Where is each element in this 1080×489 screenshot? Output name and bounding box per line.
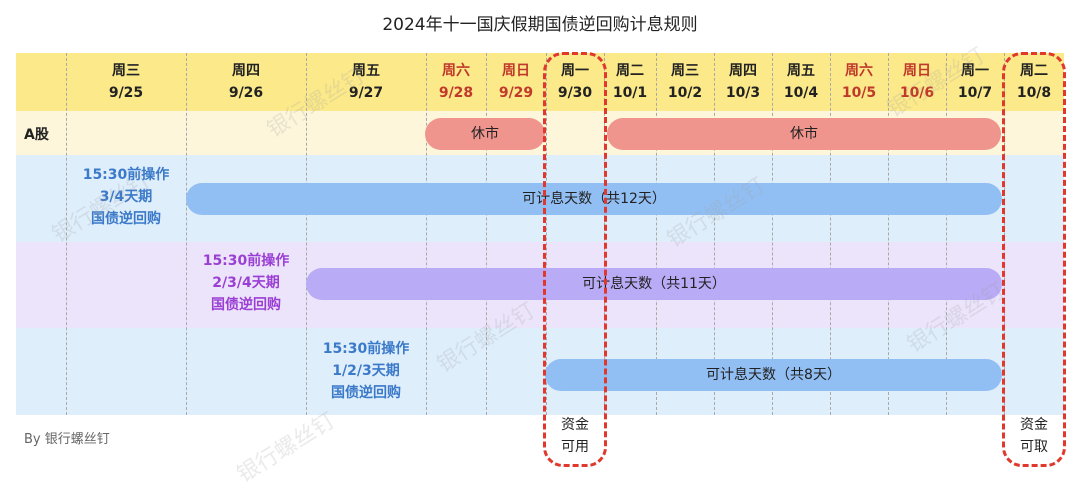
grid-line (426, 53, 427, 415)
operation-note: 15:30前操作 3/4天期 国债逆回购 (82, 167, 170, 227)
interest-days-bar: 可计息天数（共8天） (545, 359, 1002, 391)
col-header: 周日 10/6 (899, 63, 935, 101)
col-header: 周六 10/5 (841, 63, 877, 101)
interest-days-bar: 可计息天数（共11天） (306, 268, 1002, 300)
operation-note: 15:30前操作 1/2/3天期 国债逆回购 (322, 341, 410, 401)
market-closed-bar: 休市 (425, 118, 545, 150)
funds-available-label: 资金 可用 (561, 417, 589, 455)
market-closed-bar: 休市 (607, 118, 1001, 150)
watermark: 银行螺丝钉 (233, 408, 340, 488)
a-share-label: A股 (24, 127, 49, 143)
funds-available-highlight (543, 52, 607, 467)
col-header: 周四 9/26 (228, 63, 264, 101)
col-header: 周六 9/28 (438, 63, 474, 101)
page-title: 2024年十一国庆假期国债逆回购计息规则 (382, 15, 698, 35)
col-header: 周二 10/1 (612, 63, 648, 101)
col-header: 周三 10/2 (667, 63, 703, 101)
funds-withdrawable-label: 资金 可取 (1020, 417, 1048, 455)
grid-line (66, 53, 67, 415)
funds-withdrawable-highlight (1002, 52, 1066, 467)
grid-line (186, 53, 187, 415)
col-header: 周三 9/25 (108, 63, 144, 101)
col-header: 周日 9/29 (498, 63, 534, 101)
col-header: 周四 10/3 (725, 63, 761, 101)
grid-line (486, 53, 487, 415)
byline: By 银行螺丝钉 (24, 432, 110, 447)
col-header: 周五 10/4 (783, 63, 819, 101)
operation-note: 15:30前操作 2/3/4天期 国债逆回购 (202, 253, 290, 313)
col-header: 周一 10/7 (957, 63, 993, 101)
col-header: 周五 9/27 (348, 63, 384, 101)
